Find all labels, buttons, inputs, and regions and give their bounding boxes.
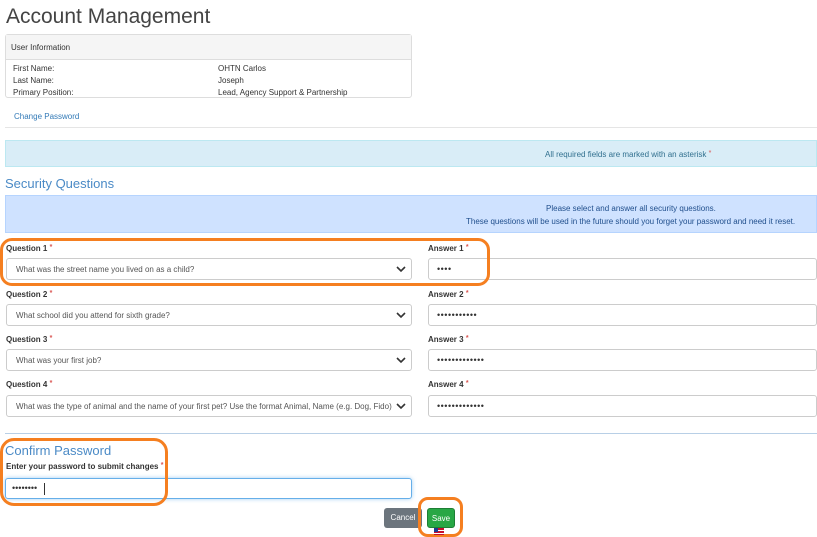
last-name-value: Joseph xyxy=(218,76,244,85)
page-title: Account Management xyxy=(6,5,211,28)
security-questions-title: Security Questions xyxy=(5,176,115,191)
confirm-password-input[interactable]: •••••••• xyxy=(5,478,412,499)
answer-2-input[interactable]: ••••••••••• xyxy=(428,304,817,326)
question-3-select[interactable]: What was your first job? xyxy=(6,349,412,371)
question-4-label: Question 4 * xyxy=(6,380,53,389)
answer-2-label: Answer 2 * xyxy=(428,290,469,299)
answer-1-mask: •••• xyxy=(437,264,452,274)
chevron-down-icon xyxy=(396,403,406,410)
cancel-button[interactable]: Cancel xyxy=(384,508,422,528)
section-divider xyxy=(5,433,817,434)
question-2-select[interactable]: What school did you attend for sixth gra… xyxy=(6,304,412,326)
answer-4-input[interactable]: ••••••••••••• xyxy=(428,395,817,417)
required-fields-alert: All required fields are marked with an a… xyxy=(5,140,817,167)
confirm-password-mask: •••••••• xyxy=(12,483,38,493)
question-4-selected: What was the type of animal and the name… xyxy=(16,402,392,411)
answer-3-input[interactable]: ••••••••••••• xyxy=(428,349,817,371)
confirm-password-label: Enter your password to submit changes * xyxy=(6,462,164,471)
chevron-down-icon xyxy=(396,266,406,273)
user-info-row: First Name: OHTN Carlos xyxy=(6,62,411,74)
required-asterisk: * xyxy=(708,150,712,157)
text-caret xyxy=(44,483,45,495)
last-name-label: Last Name: xyxy=(13,76,54,85)
question-1-selected: What was the street name you lived on as… xyxy=(16,265,195,274)
security-note-line2: These questions will be used in the futu… xyxy=(466,217,796,226)
answer-4-mask: ••••••••••••• xyxy=(437,401,485,411)
required-note-text: All required fields are marked with an a… xyxy=(545,150,707,159)
divider xyxy=(5,127,817,128)
question-2-selected: What school did you attend for sixth gra… xyxy=(16,311,170,320)
answer-4-label: Answer 4 * xyxy=(428,380,469,389)
user-info-row: Last Name: Joseph xyxy=(6,74,411,86)
security-questions-alert: Please select and answer all security qu… xyxy=(5,195,817,233)
question-1-select[interactable]: What was the street name you lived on as… xyxy=(6,258,412,280)
answer-3-mask: ••••••••••••• xyxy=(437,355,485,365)
answer-1-label: Answer 1 * xyxy=(428,244,469,253)
user-info-heading: User Information xyxy=(6,35,411,60)
question-4-select[interactable]: What was the type of animal and the name… xyxy=(6,395,412,417)
security-note-line1: Please select and answer all security qu… xyxy=(546,204,716,213)
question-2-label: Question 2 * xyxy=(6,290,53,299)
primary-position-value: Lead, Agency Support & Partnership xyxy=(218,88,348,97)
first-name-value: OHTN Carlos xyxy=(218,64,267,73)
answer-3-label: Answer 3 * xyxy=(428,335,469,344)
chevron-down-icon xyxy=(396,312,406,319)
answer-1-input[interactable]: •••• xyxy=(428,258,817,280)
user-info-row: Primary Position: Lead, Agency Support &… xyxy=(6,86,411,98)
first-name-label: First Name: xyxy=(13,64,55,73)
question-3-selected: What was your first job? xyxy=(16,356,102,365)
question-1-label: Question 1 * xyxy=(6,244,53,253)
answer-2-mask: ••••••••••• xyxy=(437,310,478,320)
save-button[interactable]: Save xyxy=(427,508,455,528)
chevron-down-icon xyxy=(396,357,406,364)
primary-position-label: Primary Position: xyxy=(13,88,74,97)
cursor-icon xyxy=(434,528,444,535)
change-password-link[interactable]: Change Password xyxy=(14,112,79,121)
confirm-password-title: Confirm Password xyxy=(5,443,112,458)
question-3-label: Question 3 * xyxy=(6,335,53,344)
user-info-panel: User Information First Name: OHTN Carlos… xyxy=(5,34,412,98)
